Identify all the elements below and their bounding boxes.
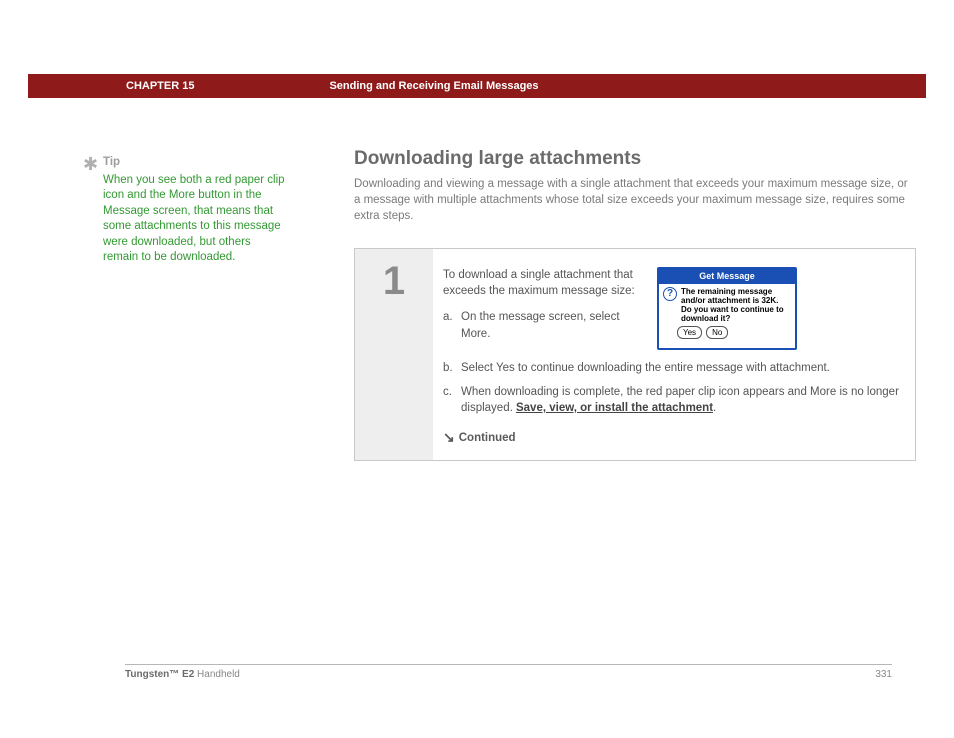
yes-button[interactable]: Yes [677, 326, 702, 339]
asterisk-icon: ✱ [83, 152, 98, 176]
step-box: 1 To download a single attachment that e… [354, 248, 916, 460]
chapter-label: CHAPTER 15 [126, 80, 194, 92]
step-content: To download a single attachment that exc… [433, 249, 915, 459]
section-heading: Downloading large attachments [354, 148, 916, 170]
continued-text: Continued [459, 432, 516, 444]
step-number: 1 [355, 259, 433, 304]
chapter-title: Sending and Receiving Email Messages [329, 80, 538, 92]
arrow-down-right-icon: ↘ [443, 428, 455, 448]
tip-sidebar: ✱ Tip When you see both a red paper clip… [103, 155, 288, 266]
dialog-message: The remaining message and/or attachment … [681, 287, 791, 324]
chapter-header: CHAPTER 15 Sending and Receiving Email M… [28, 74, 926, 98]
list-letter-a: a. [443, 309, 461, 341]
step-a: On the message screen, select More. [461, 309, 643, 341]
question-icon: ? [663, 287, 677, 301]
tip-heading: Tip [103, 155, 288, 171]
list-letter-c: c. [443, 384, 461, 416]
section-intro: Downloading and viewing a message with a… [354, 176, 916, 224]
page-footer: Tungsten™ E2 Handheld 331 [125, 664, 892, 680]
product-name: Tungsten™ E2 Handheld [125, 669, 240, 680]
get-message-dialog: Get Message ? The remaining message and/… [657, 267, 797, 349]
no-button[interactable]: No [706, 326, 728, 339]
step-c: When downloading is complete, the red pa… [461, 384, 901, 416]
continued-label: ↘ Continued [443, 428, 901, 448]
dialog-title: Get Message [659, 269, 795, 284]
tip-text: When you see both a red paper clip icon … [103, 173, 288, 266]
attachment-link[interactable]: Save, view, or install the attachment [516, 402, 713, 414]
main-content: Downloading large attachments Downloadin… [354, 148, 916, 461]
product-rest: Handheld [194, 669, 240, 680]
step-number-column: 1 [355, 249, 433, 459]
step-b: Select Yes to continue downloading the e… [461, 360, 901, 376]
step-lead: To download a single attachment that exc… [443, 267, 643, 299]
product-bold: Tungsten™ E2 [125, 669, 194, 680]
list-letter-b: b. [443, 360, 461, 376]
page-number: 331 [875, 669, 892, 680]
